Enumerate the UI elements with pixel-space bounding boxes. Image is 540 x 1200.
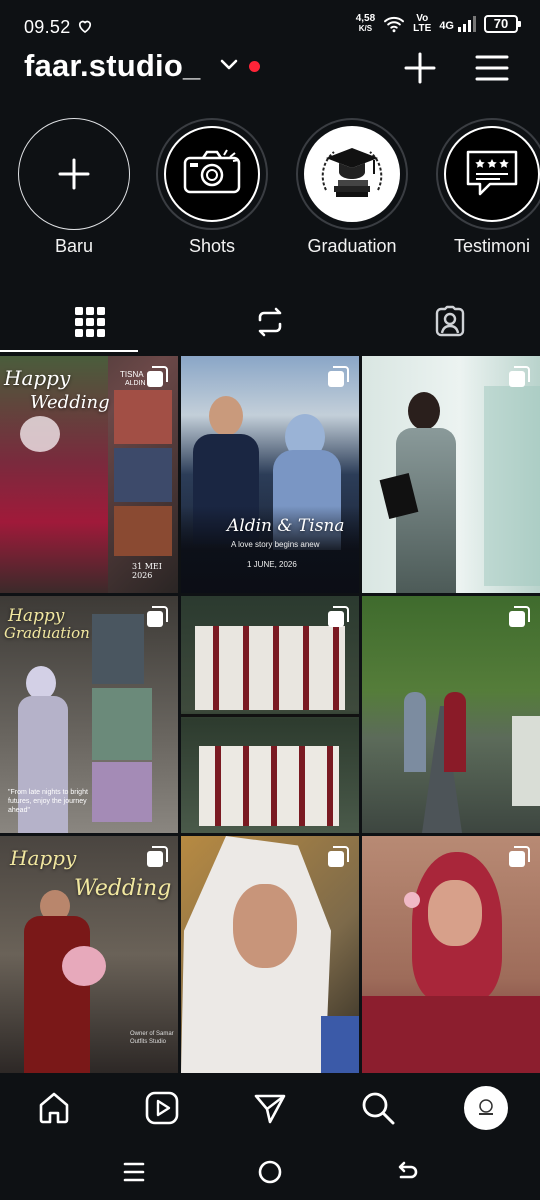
post-quote: "From late nights to bright futures, enj… xyxy=(8,789,88,814)
net-speed-unit: K/S xyxy=(358,24,373,33)
studio-logo-icon xyxy=(479,1099,493,1115)
back-icon xyxy=(398,1161,418,1179)
highlight-cover xyxy=(304,126,400,222)
battery-indicator: 70 xyxy=(484,15,521,33)
profile-header: faar.studio_ xyxy=(0,46,540,90)
repost-icon xyxy=(258,307,282,337)
system-home[interactable] xyxy=(254,1156,286,1188)
account-username[interactable]: faar.studio_ xyxy=(24,48,200,84)
post-caption-bottom: Wedding xyxy=(74,876,172,901)
nav-home[interactable] xyxy=(32,1086,76,1130)
post-tagline: A love story begins anew xyxy=(231,540,320,549)
nav-reels[interactable] xyxy=(140,1086,184,1130)
avatar xyxy=(464,1086,508,1130)
highlight-cover xyxy=(164,126,260,222)
post-date: 31 MEI 2026 xyxy=(132,562,162,580)
home-icon xyxy=(39,1092,69,1124)
volte-indicator: Vo LTE xyxy=(413,14,431,34)
recents-icon xyxy=(123,1162,145,1182)
status-bar: 09.52 4,58 K/S Vo LTE 4G 70 xyxy=(0,0,540,52)
system-recents[interactable] xyxy=(118,1156,150,1188)
home-circle-icon xyxy=(258,1160,282,1184)
highlight-label: Testimoni xyxy=(453,236,531,256)
active-tab-indicator xyxy=(0,350,138,352)
carousel-icon xyxy=(147,606,168,627)
plus-icon xyxy=(58,158,90,190)
bottom-navigation xyxy=(0,1074,540,1144)
search-icon xyxy=(362,1092,395,1125)
story-highlights: Baru Shots Graduation Testimoni xyxy=(0,116,540,266)
carousel-icon xyxy=(328,366,349,387)
post-caption-top: Happy xyxy=(10,846,77,870)
carousel-icon xyxy=(147,366,168,387)
network-type: 4G xyxy=(439,20,454,32)
post-caption-top: Happy xyxy=(8,606,65,626)
post-tile[interactable]: Happy Wedding TISNA ALDIN 31 MEI 2026 xyxy=(0,356,178,593)
post-caption-bottom: Graduation xyxy=(4,624,90,642)
post-tile[interactable] xyxy=(362,836,540,1073)
reels-icon xyxy=(145,1091,179,1125)
post-credit: Owner of Samar Outfits Studio xyxy=(130,1031,174,1045)
review-speech-icon xyxy=(466,150,518,196)
tab-tagged[interactable] xyxy=(360,292,540,352)
post-tile[interactable]: Happy Wedding Owner of Samar Outfits Stu… xyxy=(0,836,178,1073)
heart-outline-icon xyxy=(78,20,92,33)
post-tile[interactable] xyxy=(362,596,540,833)
carousel-icon xyxy=(509,606,530,627)
post-extra2: ALDIN xyxy=(125,380,146,387)
graduation-cap-icon xyxy=(321,148,383,197)
net-speed: 4,58 K/S xyxy=(356,14,375,34)
highlight-cover xyxy=(444,126,540,222)
nav-search[interactable] xyxy=(356,1086,400,1130)
grid-icon xyxy=(75,307,105,337)
post-names: Aldin & Tisna xyxy=(227,516,345,536)
post-tile[interactable]: Aldin & Tisna A love story begins anew 1… xyxy=(181,356,359,593)
post-tile[interactable] xyxy=(362,356,540,593)
system-back[interactable] xyxy=(390,1156,422,1188)
profile-tabs xyxy=(0,292,540,354)
wifi-icon xyxy=(384,16,405,33)
carousel-icon xyxy=(509,366,530,387)
net-speed-value: 4,58 xyxy=(355,13,376,24)
carousel-icon xyxy=(147,846,168,867)
post-caption-bottom: Wedding xyxy=(30,392,110,413)
carousel-icon xyxy=(509,846,530,867)
cell-signal-icon: 4G xyxy=(439,16,476,32)
system-navigation xyxy=(0,1144,540,1200)
status-time: 09.52 xyxy=(24,17,71,37)
post-tile[interactable] xyxy=(181,596,359,833)
carousel-icon xyxy=(328,606,349,627)
battery-level: 70 xyxy=(493,16,509,31)
tab-reposts[interactable] xyxy=(180,292,360,352)
send-icon xyxy=(254,1094,286,1124)
post-caption-top: Happy xyxy=(4,366,71,390)
post-date: 1 JUNE, 2026 xyxy=(247,560,297,569)
menu-icon[interactable] xyxy=(474,50,510,86)
posts-grid: Happy Wedding TISNA ALDIN 31 MEI 2026 Al… xyxy=(0,356,540,1073)
camera-icon xyxy=(183,149,241,194)
post-extra: TISNA xyxy=(120,370,144,379)
create-plus-icon[interactable] xyxy=(402,50,438,86)
carousel-icon xyxy=(328,846,349,867)
post-tile[interactable]: Happy Graduation "From late nights to br… xyxy=(0,596,178,833)
tagged-person-icon xyxy=(435,305,465,337)
volte-bottom: LTE xyxy=(413,23,432,34)
tab-posts[interactable] xyxy=(0,292,180,352)
nav-messages[interactable] xyxy=(248,1086,292,1130)
notification-dot xyxy=(249,61,260,72)
chevron-down-icon[interactable] xyxy=(219,58,239,72)
nav-profile[interactable] xyxy=(464,1086,508,1130)
post-tile[interactable] xyxy=(181,836,359,1073)
